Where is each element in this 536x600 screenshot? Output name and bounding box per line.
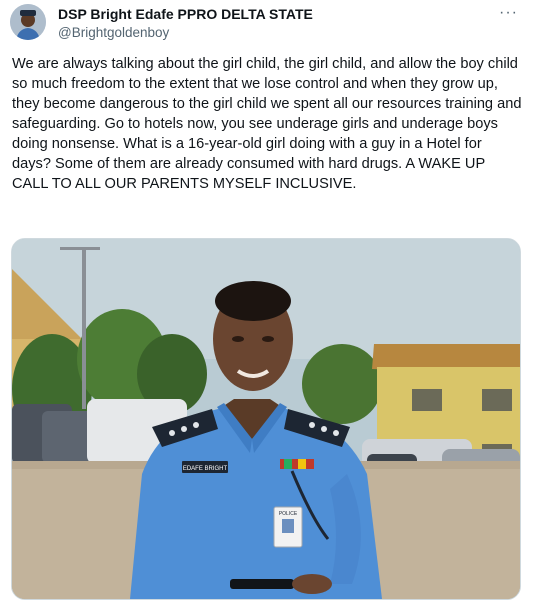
id-card-label: POLICE bbox=[279, 511, 298, 517]
author-avatar[interactable] bbox=[10, 4, 46, 40]
name-tag-text: EDAFE BRIGHT bbox=[183, 466, 228, 472]
tweet-text: We are always talking about the girl chi… bbox=[12, 56, 522, 192]
author-handle[interactable]: @Brightgoldenboy bbox=[58, 25, 169, 40]
tweet-photo[interactable]: EDAFE BRIGHT POLICE bbox=[11, 238, 521, 600]
author-display-name[interactable]: DSP Bright Edafe PPRO DELTA STATE bbox=[58, 6, 313, 22]
profile-photo-icon bbox=[10, 4, 46, 40]
police-officer-photo: EDAFE BRIGHT POLICE bbox=[12, 239, 520, 599]
more-horizontal-icon[interactable]: ··· bbox=[499, 4, 518, 22]
